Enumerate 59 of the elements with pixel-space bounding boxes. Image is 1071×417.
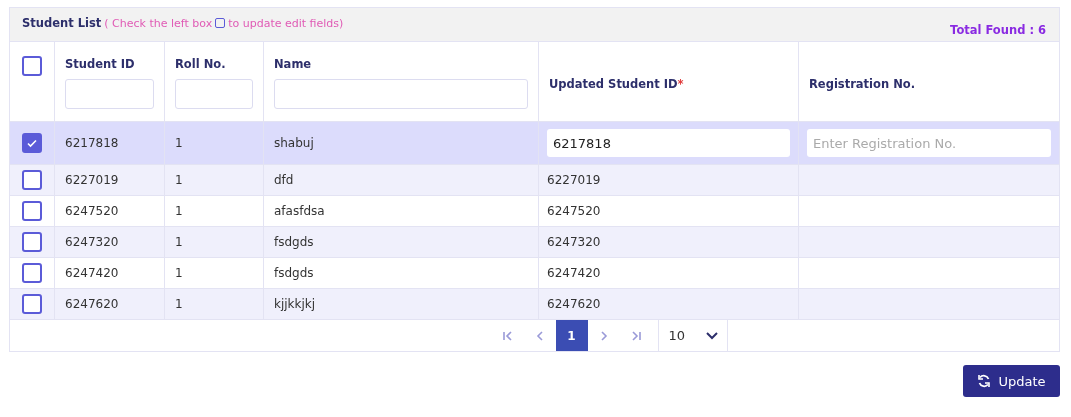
column-header: Roll No. (175, 57, 227, 71)
table-cell: 1 (175, 204, 183, 218)
check-icon (26, 137, 38, 149)
hint-text: ( Check the left box (104, 16, 213, 30)
table-cell: 6247520 (547, 204, 601, 218)
page-size-select[interactable]: 10 (657, 320, 728, 351)
row-checkbox[interactable] (22, 294, 42, 314)
table-cell: 1 (175, 266, 183, 280)
table-cell: dfd (274, 173, 294, 187)
table-cell: 6247320 (547, 235, 601, 249)
table-row[interactable]: 6247320 1 fsdgds 6247320 (10, 226, 1059, 257)
total-count: Total Found : 6 (950, 22, 1046, 37)
filter-field[interactable] (274, 79, 528, 109)
table-cell: fsdgds (274, 235, 314, 249)
column-header: Student ID (65, 57, 136, 71)
table-row[interactable]: 6247520 1 afasfdsa 6247520 (10, 195, 1059, 226)
column-header: Registration No. (809, 76, 917, 91)
page-button[interactable]: 1 (555, 320, 588, 351)
refresh-icon (977, 374, 992, 388)
update-button[interactable]: Update (963, 365, 1060, 397)
row-checkbox[interactable] (22, 232, 42, 252)
filter-field[interactable] (65, 79, 154, 109)
row-checkbox[interactable] (22, 170, 42, 190)
table-row[interactable]: 6247420 1 fsdgds 6247420 (10, 257, 1059, 288)
table-row[interactable]: 6247620 1 kjjkkjkj 6247620 (10, 288, 1059, 319)
table-row[interactable]: 6227019 1 dfd 6227019 (10, 164, 1059, 195)
table-row[interactable]: 6217818 1 shabuj 6217818 Enter Registration No. (10, 121, 1059, 164)
table-cell: 6247620 (547, 297, 601, 311)
column-header: Name (274, 57, 313, 71)
table-cell: 6247320 (65, 235, 119, 249)
table-cell: 6247420 (65, 266, 119, 280)
table-cell: 1 (175, 136, 183, 150)
first-page-icon (501, 329, 514, 342)
column-header: Updated Student ID* (549, 76, 685, 91)
checkbox-icon (215, 18, 226, 28)
row-checkbox[interactable] (22, 263, 42, 283)
chevron-down-icon (704, 330, 719, 341)
panel-title: Student List (22, 16, 102, 30)
table-cell: 1 (175, 297, 183, 311)
table-cell: 6247620 (65, 297, 119, 311)
table-cell: 6217818 (65, 136, 119, 150)
filter-field[interactable] (175, 79, 253, 109)
select-all-checkbox[interactable] (22, 56, 42, 76)
last-page-icon (629, 329, 642, 342)
table-cell: shabuj (274, 136, 314, 150)
row-checkbox[interactable] (22, 201, 42, 221)
table-cell: kjjkkjkj (274, 297, 316, 311)
registration-field[interactable]: Enter Registration No. (807, 129, 1051, 157)
table-cell: fsdgds (274, 266, 314, 280)
hint-text: to update edit fields) (228, 16, 344, 30)
table-cell: 1 (175, 235, 183, 249)
row-checkbox[interactable] (22, 133, 42, 153)
table-cell: 6247520 (65, 204, 119, 218)
table-cell: 6227019 (65, 173, 119, 187)
table-cell: 6227019 (547, 173, 601, 187)
table-cell: 1 (175, 173, 183, 187)
table-cell: afasfdsa (274, 204, 325, 218)
table-cell: 6247420 (547, 266, 601, 280)
updated-id-field[interactable]: 6217818 (547, 129, 790, 157)
